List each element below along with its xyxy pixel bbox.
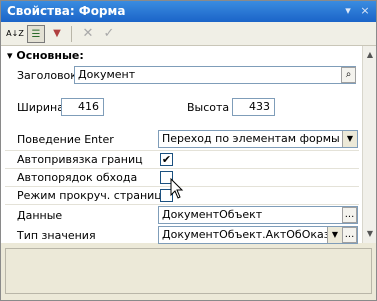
pin-menu-icon[interactable]: ▾ (341, 4, 355, 18)
value-type-select-button[interactable]: ... (342, 227, 357, 243)
auto-order-label: Автопорядок обхода (17, 171, 138, 184)
sort-az-icon[interactable]: A↓Z (6, 25, 24, 43)
scroll-mode-label: Режим прокруч. страниц (17, 189, 162, 202)
title-bar[interactable]: Свойства: Форма ▾ × (1, 1, 376, 22)
window-title: Свойства: Форма (7, 4, 126, 18)
dropdown-arrow-icon[interactable]: ▼ (342, 131, 357, 147)
data-label: Данные (17, 209, 63, 222)
filter-icon[interactable]: ▼ (48, 25, 66, 43)
properties-window: Свойства: Форма ▾ × A↓Z ☰ ▼ ✕ ✓ ▾ Основн… (0, 0, 377, 301)
toolbar-separator (71, 26, 72, 42)
scroll-down-icon[interactable]: ▼ (363, 227, 377, 241)
description-panel (5, 248, 372, 294)
enter-behavior-select[interactable]: Переход по элементам формы (158, 130, 358, 148)
properties-grid: ▾ Основные: Заголовок Документ ⌕ Ширина … (1, 46, 362, 244)
data-select-button[interactable]: ... (342, 207, 357, 223)
search-icon[interactable]: ⌕ (341, 67, 356, 83)
enter-behavior-label: Поведение Enter (17, 133, 114, 146)
scroll-up-icon[interactable]: ▲ (363, 48, 377, 62)
enter-behavior-value: Переход по элементам формы (162, 132, 340, 145)
height-input[interactable]: 433 (232, 98, 275, 116)
vertical-scrollbar[interactable]: ▲ ▼ (362, 46, 376, 243)
delete-icon[interactable]: ✕ (79, 25, 97, 43)
dropdown-arrow-icon[interactable]: ▼ (327, 227, 342, 243)
toolbar: A↓Z ☰ ▼ ✕ ✓ (1, 22, 376, 46)
row-divider (5, 168, 359, 169)
data-input[interactable]: ДокументОбъект (158, 206, 358, 224)
height-label: Высота (187, 101, 230, 114)
section-label: Основные: (16, 49, 84, 62)
mouse-cursor-icon (170, 178, 184, 199)
close-icon[interactable]: × (358, 4, 372, 18)
section-header[interactable]: ▾ Основные: (7, 49, 84, 62)
value-type-label: Тип значения (17, 229, 96, 242)
width-label: Ширина (17, 101, 64, 114)
header-input[interactable]: Документ (74, 66, 356, 84)
check-icon[interactable]: ✓ (100, 25, 118, 43)
width-input[interactable]: 416 (61, 98, 104, 116)
header-label: Заголовок (17, 69, 77, 82)
auto-bind-label: Автопривязка границ (17, 153, 143, 166)
collapse-icon[interactable]: ▾ (7, 49, 13, 62)
categories-icon[interactable]: ☰ (27, 25, 45, 43)
auto-bind-checkbox[interactable]: ✔ (160, 153, 173, 166)
row-divider (5, 150, 359, 151)
row-divider (5, 204, 359, 205)
